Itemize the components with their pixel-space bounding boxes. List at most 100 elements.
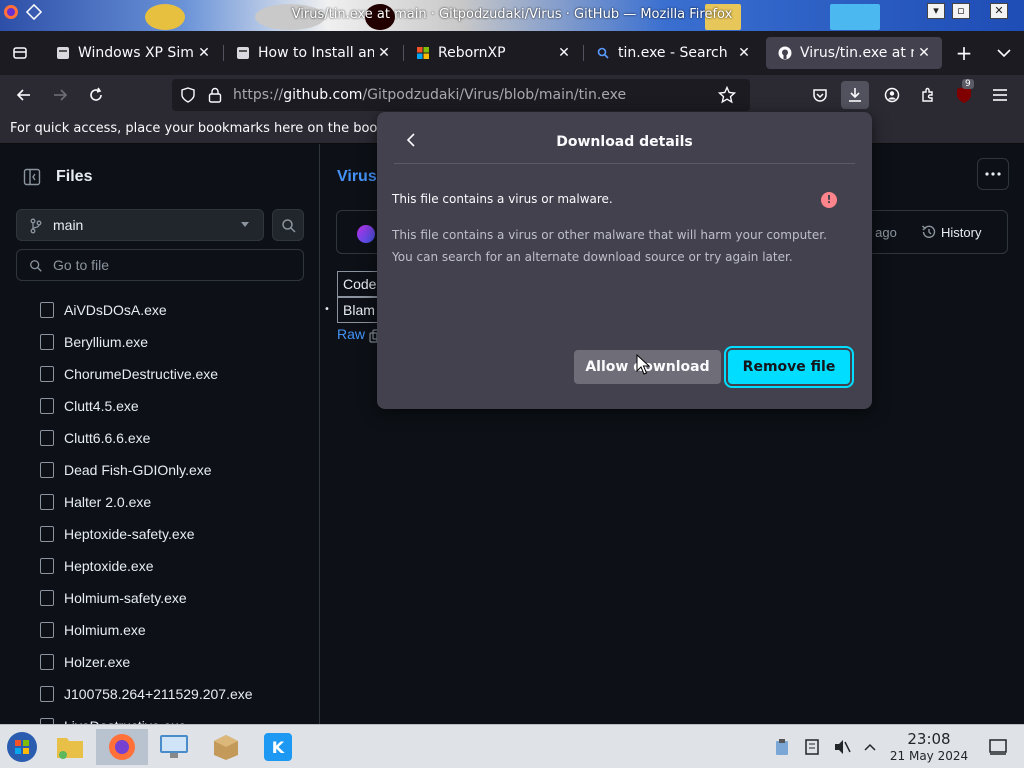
close-tab-icon[interactable]: ✕ xyxy=(734,45,754,61)
lock-icon[interactable] xyxy=(208,87,222,103)
bookmark-star-icon[interactable] xyxy=(718,86,736,104)
tab-rebornxp[interactable]: RebornXP ✕ xyxy=(404,37,582,69)
monitor-icon xyxy=(160,735,188,758)
new-tab-button[interactable]: + xyxy=(950,39,978,67)
firefox-view-button[interactable] xyxy=(6,39,34,67)
ublock-extension-button[interactable]: 9 xyxy=(950,79,978,109)
raw-link[interactable]: Raw xyxy=(337,326,365,342)
reload-button[interactable] xyxy=(82,81,110,109)
file-list-item[interactable]: LiveDestructive.exe xyxy=(40,714,186,724)
url-host: github.com xyxy=(283,87,363,103)
file-list-item[interactable]: Clutt6.6.6.exe xyxy=(40,426,150,450)
tab-how-to-install[interactable]: How to Install and ✕ xyxy=(224,37,402,69)
history-link[interactable]: History xyxy=(941,225,981,240)
taskbar-firefox[interactable] xyxy=(96,729,148,765)
file-list-item[interactable]: J100758.264+211529.207.exe xyxy=(40,682,253,706)
file-icon xyxy=(40,686,54,702)
tab-label: Virus/tin.exe at m xyxy=(800,45,914,61)
taskbar-file-manager[interactable] xyxy=(48,729,92,765)
file-list-item[interactable]: Beryllium.exe xyxy=(40,330,148,354)
svg-text:K: K xyxy=(272,738,285,757)
tab-blame-label: Blam xyxy=(343,302,375,318)
file-list-item[interactable]: Halter 2.0.exe xyxy=(40,490,151,514)
panel-title: Download details xyxy=(556,134,693,150)
close-tab-icon[interactable]: ✕ xyxy=(194,45,214,61)
url-bar[interactable]: https://github.com/Gitpodzudaki/Virus/bl… xyxy=(172,79,750,111)
file-name: Dead Fish-GDIOnly.exe xyxy=(64,462,212,478)
description-line: You can search for an alternate download… xyxy=(392,250,793,264)
windows-icon xyxy=(416,46,430,60)
divider xyxy=(394,163,855,164)
sidebar-title: Files xyxy=(56,168,93,185)
remove-file-button[interactable]: Remove file xyxy=(724,346,854,388)
tab-code-label: Code xyxy=(343,276,377,292)
tab-label: Windows XP Simul xyxy=(78,45,194,61)
account-button[interactable] xyxy=(878,81,906,109)
close-tab-icon[interactable]: ✕ xyxy=(374,45,394,61)
minimize-button[interactable]: ▾ xyxy=(927,3,945,19)
file-name: J100758.264+211529.207.exe xyxy=(64,686,253,702)
tab-search[interactable]: tin.exe - Search ✕ xyxy=(584,37,762,69)
app-menu-button[interactable] xyxy=(986,81,1014,109)
tab-virus-tin-exe[interactable]: Virus/tin.exe at m ✕ xyxy=(766,37,942,69)
clock-date: 21 May 2024 xyxy=(889,749,969,763)
file-list-item[interactable]: Holmium.exe xyxy=(40,618,146,642)
list-all-tabs-button[interactable] xyxy=(990,39,1018,67)
github-icon xyxy=(778,46,792,60)
file-name: ChorumeDestructive.exe xyxy=(64,366,219,382)
search-files-button[interactable] xyxy=(272,209,304,241)
branch-selector[interactable]: main xyxy=(16,209,264,241)
file-list-item[interactable]: Holzer.exe xyxy=(40,650,130,674)
window-titlebar: Virus/tin.exe at main · Gitpodzudaki/Vir… xyxy=(0,0,1024,31)
close-tab-icon[interactable]: ✕ xyxy=(914,45,934,61)
start-button[interactable] xyxy=(0,729,44,765)
file-name: Holmium.exe xyxy=(64,622,146,638)
chevron-up-icon xyxy=(864,743,876,751)
forward-button[interactable] xyxy=(46,81,74,109)
kebab-menu-icon xyxy=(985,172,1001,176)
git-branch-icon xyxy=(30,218,42,234)
file-name: Clutt4.5.exe xyxy=(64,398,139,414)
show-desktop-button[interactable] xyxy=(978,729,1018,765)
avatar[interactable] xyxy=(357,225,375,243)
back-button[interactable] xyxy=(10,81,38,109)
taskbar-archive-manager[interactable] xyxy=(204,729,248,765)
pocket-button[interactable] xyxy=(806,81,834,109)
file-list-item[interactable]: ChorumeDestructive.exe xyxy=(40,362,218,386)
list-bullet: • xyxy=(324,304,330,315)
account-icon xyxy=(884,87,900,103)
file-list-item[interactable]: AiVDsDOsA.exe xyxy=(40,298,167,322)
package-icon xyxy=(214,735,238,760)
file-icon xyxy=(40,654,54,670)
breadcrumb-repo-link[interactable]: Virus xyxy=(337,168,377,186)
collapse-sidebar-button[interactable] xyxy=(16,161,48,193)
taskbar-system-settings[interactable] xyxy=(152,729,196,765)
arrow-left-icon xyxy=(16,89,30,101)
close-window-button[interactable]: ✕ xyxy=(990,3,1008,19)
file-list-item[interactable]: Heptoxide.exe xyxy=(40,554,154,578)
file-list-item[interactable]: Clutt4.5.exe xyxy=(40,394,139,418)
shield-icon[interactable] xyxy=(180,87,196,103)
taskbar-kde[interactable]: K xyxy=(256,729,300,765)
close-tab-icon[interactable]: ✕ xyxy=(554,45,574,61)
go-to-file-placeholder: Go to file xyxy=(53,257,110,273)
malware-description: This file contains a virus or other malw… xyxy=(392,224,842,268)
system-tray-expander[interactable] xyxy=(852,729,888,765)
tab-windows-xp-simulator[interactable]: Windows XP Simul ✕ xyxy=(44,37,222,69)
file-list-item[interactable]: Heptoxide-safety.exe xyxy=(40,522,194,546)
more-options-button[interactable] xyxy=(977,158,1009,190)
file-icon xyxy=(40,526,54,542)
desktop-icon xyxy=(989,739,1007,755)
url-text[interactable]: https://github.com/Gitpodzudaki/Virus/bl… xyxy=(233,87,626,103)
go-to-file-input[interactable]: Go to file xyxy=(16,249,304,281)
downloads-button[interactable] xyxy=(841,81,869,109)
file-icon xyxy=(40,590,54,606)
extensions-button[interactable] xyxy=(914,81,942,109)
maximize-button[interactable]: ▫ xyxy=(952,3,970,19)
file-list-item[interactable]: Holmium-safety.exe xyxy=(40,586,187,610)
file-list-item[interactable]: Dead Fish-GDIOnly.exe xyxy=(40,458,212,482)
mouse-cursor-icon xyxy=(636,354,650,375)
clock[interactable]: 23:08 21 May 2024 xyxy=(884,730,974,763)
tab-label: RebornXP xyxy=(438,45,506,61)
file-name: AiVDsDOsA.exe xyxy=(64,302,167,318)
